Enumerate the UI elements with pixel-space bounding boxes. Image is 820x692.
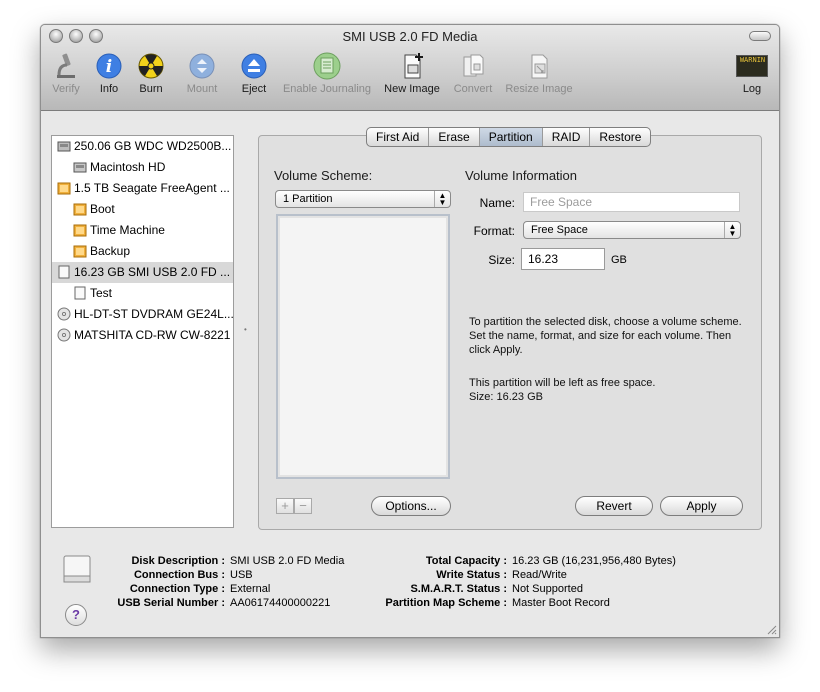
- disk-list[interactable]: 250.06 GB WDC WD2500B... Macintosh HD 1.…: [51, 135, 234, 528]
- disk-description-label: Disk Description :: [131, 555, 225, 567]
- tab-first-aid[interactable]: First Aid: [367, 128, 430, 146]
- write-status-label: Write Status :: [436, 569, 507, 581]
- volume-icon: [73, 162, 87, 173]
- add-partition-button[interactable]: +: [276, 498, 294, 514]
- new-image-button[interactable]: New Image: [381, 51, 443, 95]
- external-disk-icon: [57, 182, 71, 195]
- smart-status-label: S.M.A.R.T. Status :: [410, 583, 507, 595]
- format-label: Format:: [473, 224, 515, 238]
- tab-raid[interactable]: RAID: [543, 128, 591, 146]
- log-button[interactable]: WARNIN Log: [735, 51, 769, 95]
- disk-utility-window: SMI USB 2.0 FD Media Verify i Info Burn …: [40, 24, 780, 638]
- connection-type-label: Connection Type :: [129, 583, 225, 595]
- burn-icon: [138, 53, 164, 79]
- mount-button[interactable]: Mount: [184, 51, 220, 95]
- usb-serial-value: AA06174400000221: [230, 597, 331, 609]
- volume-item[interactable]: Test: [52, 283, 233, 304]
- total-capacity-label: Total Capacity :: [425, 555, 507, 567]
- window-title: SMI USB 2.0 FD Media: [342, 29, 478, 44]
- remove-partition-button[interactable]: −: [294, 498, 312, 514]
- hard-disk-icon: [57, 141, 71, 152]
- popup-arrows-icon: ▲ ▼: [724, 222, 740, 238]
- disk-item[interactable]: 1.5 TB Seagate FreeAgent ...: [52, 178, 233, 199]
- name-label: Name:: [479, 196, 515, 210]
- toolbar-toggle-button[interactable]: [749, 31, 771, 41]
- partition-map-label: Partition Map Scheme :: [385, 597, 507, 609]
- size-label: Size:: [488, 253, 515, 267]
- connection-bus-label: Connection Bus :: [133, 569, 225, 581]
- partition-map-value: Master Boot Record: [512, 597, 610, 609]
- question-icon: ?: [72, 607, 80, 622]
- volume-scheme-popup[interactable]: 1 Partition ▲ ▼: [275, 190, 451, 208]
- burn-button[interactable]: Burn: [136, 51, 166, 95]
- splitter-handle[interactable]: •: [244, 326, 250, 334]
- apply-button[interactable]: Apply: [660, 496, 743, 516]
- external-volume-icon: [73, 245, 87, 258]
- total-capacity-value: 16.23 GB (16,231,956,480 Bytes): [512, 555, 676, 567]
- optical-drive-icon: [57, 307, 71, 321]
- resize-image-button[interactable]: Resize Image: [503, 51, 575, 95]
- tab-erase[interactable]: Erase: [429, 128, 480, 146]
- disk-item-selected[interactable]: 16.23 GB SMI USB 2.0 FD ...: [52, 262, 233, 283]
- info-icon: i: [96, 53, 122, 79]
- disk-description-value: SMI USB 2.0 FD Media: [230, 555, 345, 567]
- disk-item[interactable]: HL-DT-ST DVDRAM GE24L...: [52, 304, 233, 325]
- verify-button[interactable]: Verify: [49, 51, 83, 95]
- log-icon: WARNIN: [736, 55, 768, 77]
- external-volume-icon: [73, 203, 87, 216]
- volume-item[interactable]: Backup: [52, 241, 233, 262]
- options-button[interactable]: Options...: [371, 496, 451, 516]
- resize-image-icon: [531, 54, 548, 79]
- usb-serial-label: USB Serial Number :: [117, 597, 225, 609]
- eject-button[interactable]: Eject: [238, 51, 270, 95]
- smart-status-value: Not Supported: [512, 583, 583, 595]
- volume-item[interactable]: Boot: [52, 199, 233, 220]
- volume-item[interactable]: Macintosh HD: [52, 157, 233, 178]
- convert-button[interactable]: Convert: [450, 51, 496, 95]
- connection-type-value: External: [230, 583, 271, 595]
- journal-icon: [313, 52, 341, 80]
- connection-bus-value: USB: [230, 569, 253, 581]
- convert-icon: [463, 54, 484, 77]
- tab-partition[interactable]: Partition: [479, 128, 543, 146]
- size-field[interactable]: 16.23: [521, 248, 605, 270]
- usb-disk-icon: [58, 265, 70, 279]
- info-button[interactable]: i Info: [94, 51, 124, 95]
- help-text: To partition the selected disk, choose a…: [469, 316, 742, 356]
- partition-size-line: Size: 16.23 GB: [469, 391, 543, 403]
- eject-icon: [241, 53, 267, 79]
- mount-icon: [189, 53, 215, 79]
- usb-drive-icon: [63, 555, 91, 583]
- format-popup[interactable]: Free Space ▲ ▼: [523, 221, 741, 239]
- optical-drive-icon: [57, 328, 71, 342]
- toolbar: SMI USB 2.0 FD Media Verify i Info Burn …: [41, 25, 779, 111]
- revert-button[interactable]: Revert: [575, 496, 653, 516]
- name-field[interactable]: Free Space: [523, 192, 740, 212]
- svg-text:i: i: [106, 57, 112, 77]
- size-unit: GB: [611, 254, 627, 266]
- help-button[interactable]: ?: [65, 604, 87, 626]
- tab-restore[interactable]: Restore: [590, 128, 650, 146]
- volume-information-title: Volume Information: [465, 168, 578, 183]
- microscope-icon: [57, 53, 75, 78]
- disk-item[interactable]: 250.06 GB WDC WD2500B...: [52, 136, 233, 157]
- partition-status-line: This partition will be left as free spac…: [469, 377, 656, 389]
- resize-grip-icon[interactable]: [765, 623, 777, 635]
- usb-volume-icon: [74, 286, 86, 300]
- partition-layout-view[interactable]: [276, 214, 450, 479]
- external-volume-icon: [73, 224, 87, 237]
- new-image-icon: [404, 53, 423, 79]
- tab-bar: First Aid Erase Partition RAID Restore: [366, 127, 652, 147]
- disk-item[interactable]: MATSHITA CD-RW CW-8221: [52, 325, 233, 346]
- volume-item[interactable]: Time Machine: [52, 220, 233, 241]
- enable-journaling-button[interactable]: Enable Journaling: [279, 51, 375, 95]
- write-status-value: Read/Write: [512, 569, 567, 581]
- volume-scheme-title: Volume Scheme:: [274, 168, 373, 183]
